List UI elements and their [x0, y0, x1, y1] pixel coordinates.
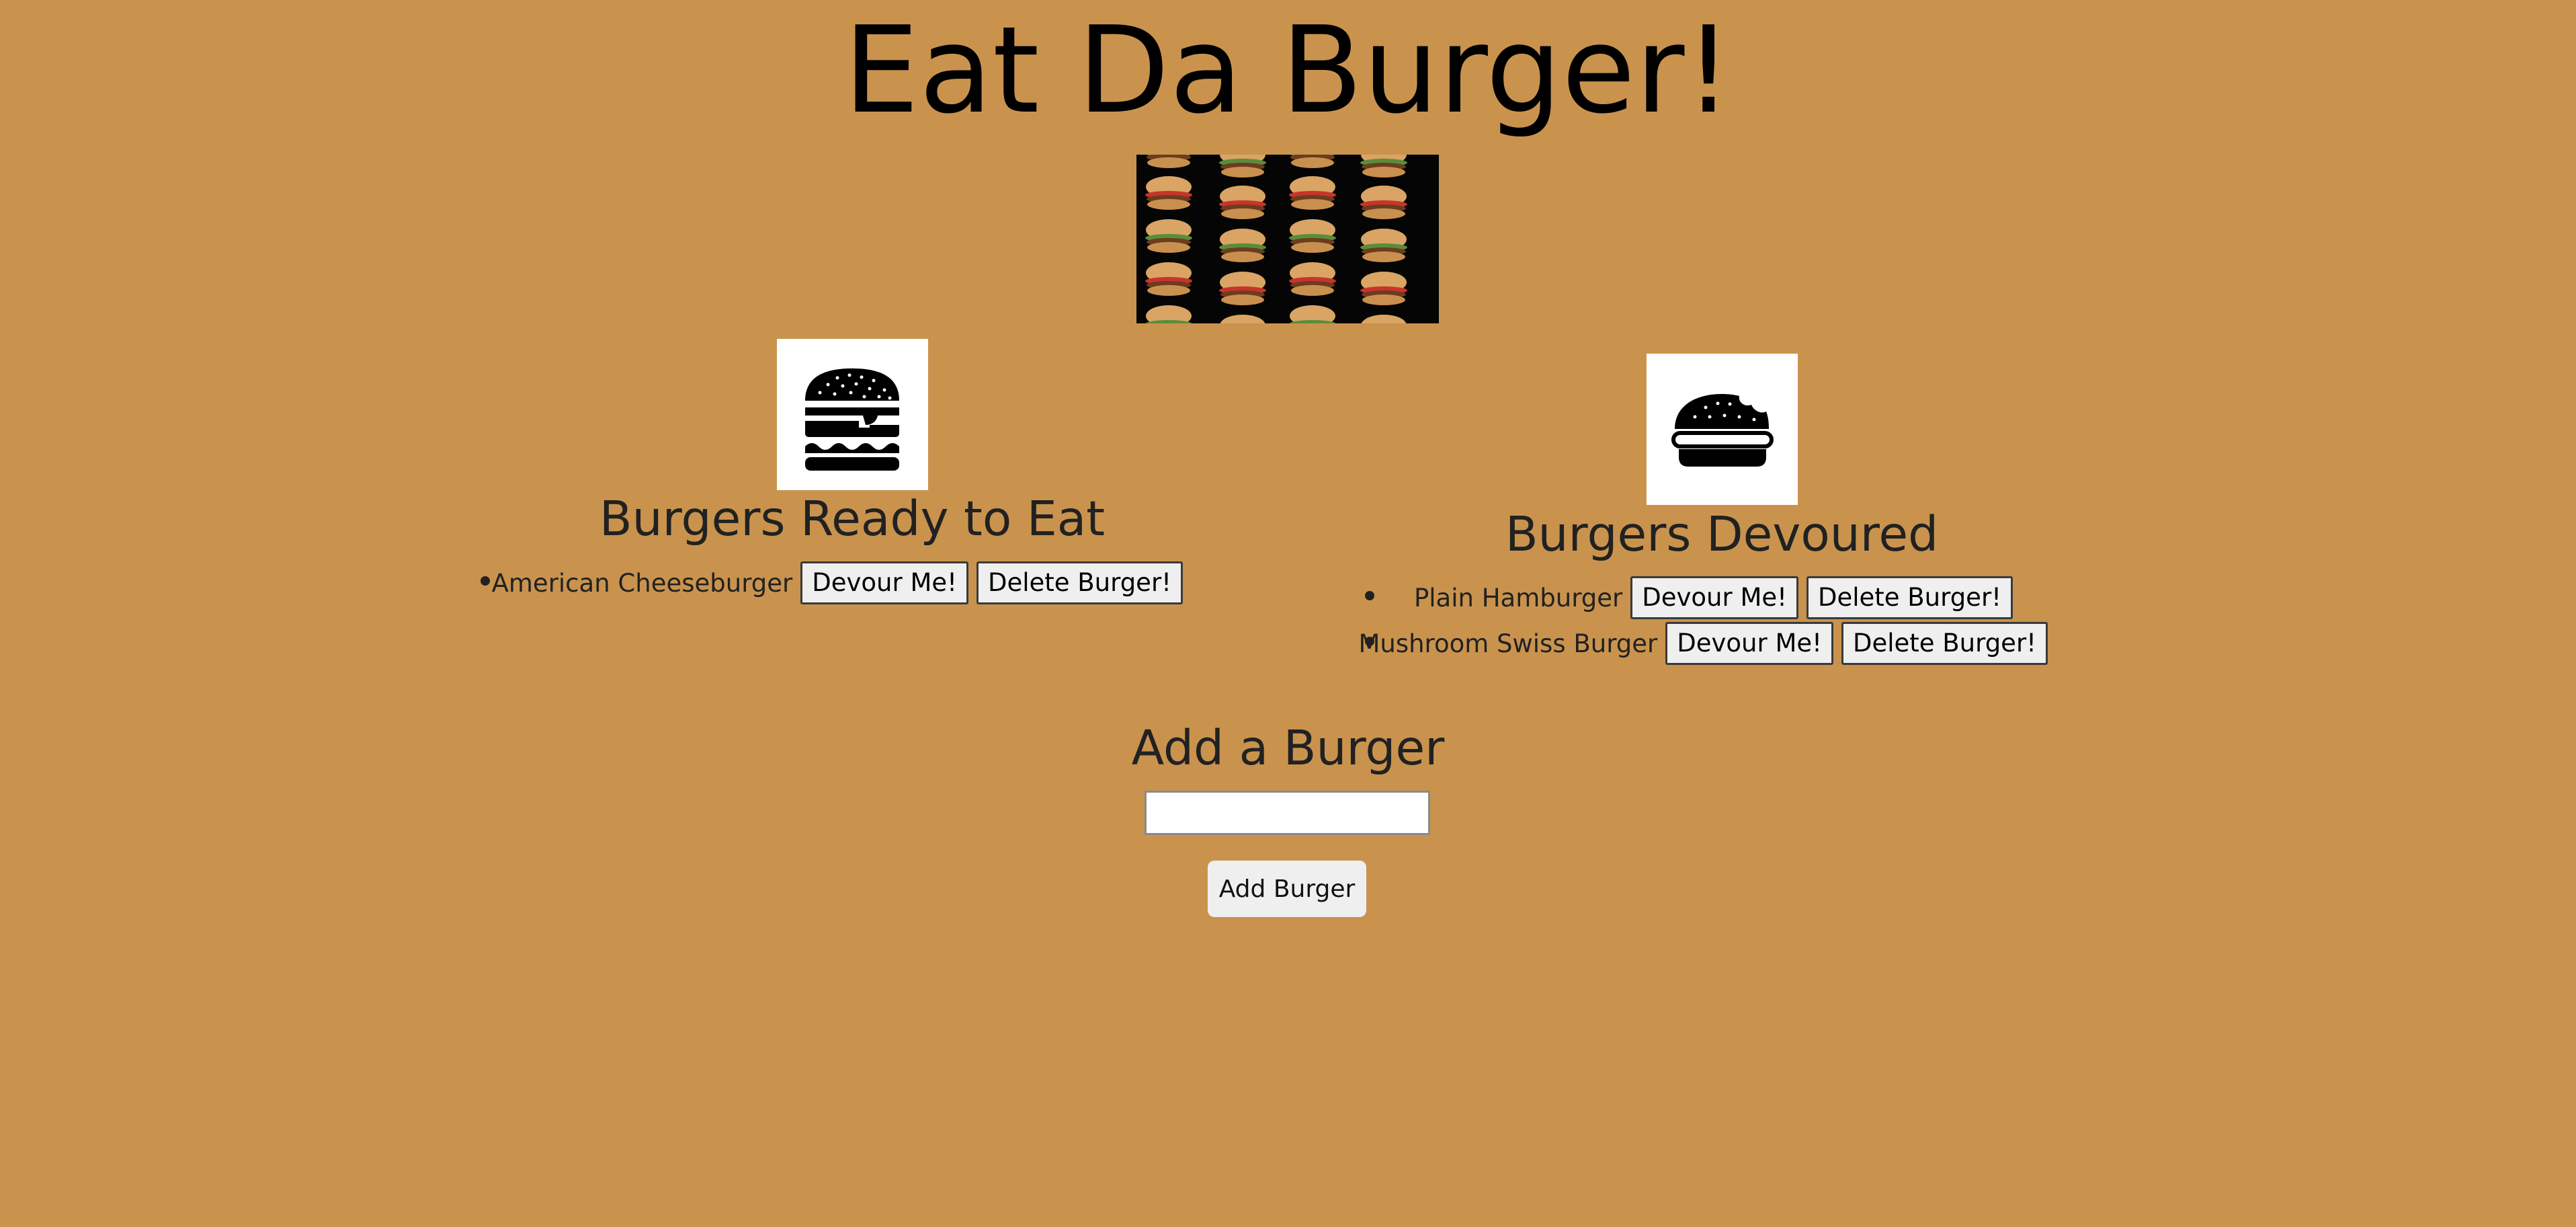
devoured-section-heading: Burgers Devoured — [1505, 506, 1939, 562]
banner-burger-tile — [1360, 229, 1407, 262]
burger-pattern-image — [1136, 134, 1439, 348]
banner-burger-tile — [1145, 219, 1192, 253]
delete-burger-button[interactable]: Delete Burger! — [976, 561, 1183, 604]
list-bullet — [1365, 591, 1374, 600]
burger-banner-image — [1136, 134, 1439, 348]
list-item: American Cheeseburger Devour Me! Delete … — [470, 561, 1183, 604]
delete-burger-button[interactable]: Delete Burger! — [1806, 576, 2013, 619]
burger-name: Plain Hamburger — [1413, 583, 1623, 612]
hamburger-icon — [777, 339, 928, 490]
page: Eat Da Burger! Burgers Ready to Eat Amer… — [0, 0, 2576, 1227]
banner-burger-tile — [1145, 176, 1192, 210]
bitten-burger-icon — [1647, 354, 1798, 505]
add-burger-heading: Add a Burger — [1131, 720, 1445, 776]
banner-burger-tile — [1219, 186, 1266, 219]
burger-name: Mushroom Swiss Burger — [1358, 629, 1658, 658]
devour-button[interactable]: Devour Me! — [1665, 622, 1833, 665]
list-item: Mushroom Swiss Burger Devour Me! Delete … — [1354, 622, 2048, 665]
banner-burger-tile — [1360, 272, 1407, 305]
row-content: Mushroom Swiss Burger Devour Me! Delete … — [1358, 622, 2048, 665]
row-content: American Cheeseburger Devour Me! Delete … — [492, 561, 1183, 604]
delete-burger-button[interactable]: Delete Burger! — [1841, 622, 2048, 665]
banner-burger-tile — [1145, 262, 1192, 296]
devour-button[interactable]: Devour Me! — [800, 561, 968, 604]
row-content: Plain Hamburger Devour Me! Delete Burger… — [1414, 576, 2013, 619]
banner-burger-tile — [1289, 176, 1336, 210]
devour-button[interactable]: Devour Me! — [1630, 576, 1798, 619]
burger-name-input[interactable] — [1145, 791, 1430, 835]
banner-burger-tile — [1219, 144, 1266, 177]
banner-burger-tile — [1289, 219, 1336, 253]
banner-burger-tile — [1289, 262, 1336, 296]
banner-burger-tile — [1360, 144, 1407, 177]
banner-burger-tile — [1289, 134, 1336, 168]
ready-section-heading: Burgers Ready to Eat — [599, 491, 1106, 547]
banner-burger-tile — [1360, 186, 1407, 219]
page-title: Eat Da Burger! — [843, 1, 1733, 140]
banner-burger-tile — [1219, 272, 1266, 305]
list-item: Plain Hamburger Devour Me! Delete Burger… — [1354, 576, 2013, 619]
banner-burger-tile — [1145, 134, 1192, 168]
list-bullet — [481, 576, 490, 586]
add-burger-button[interactable]: Add Burger — [1208, 861, 1366, 917]
banner-burger-tile — [1219, 229, 1266, 262]
burger-name: American Cheeseburger — [491, 568, 793, 598]
